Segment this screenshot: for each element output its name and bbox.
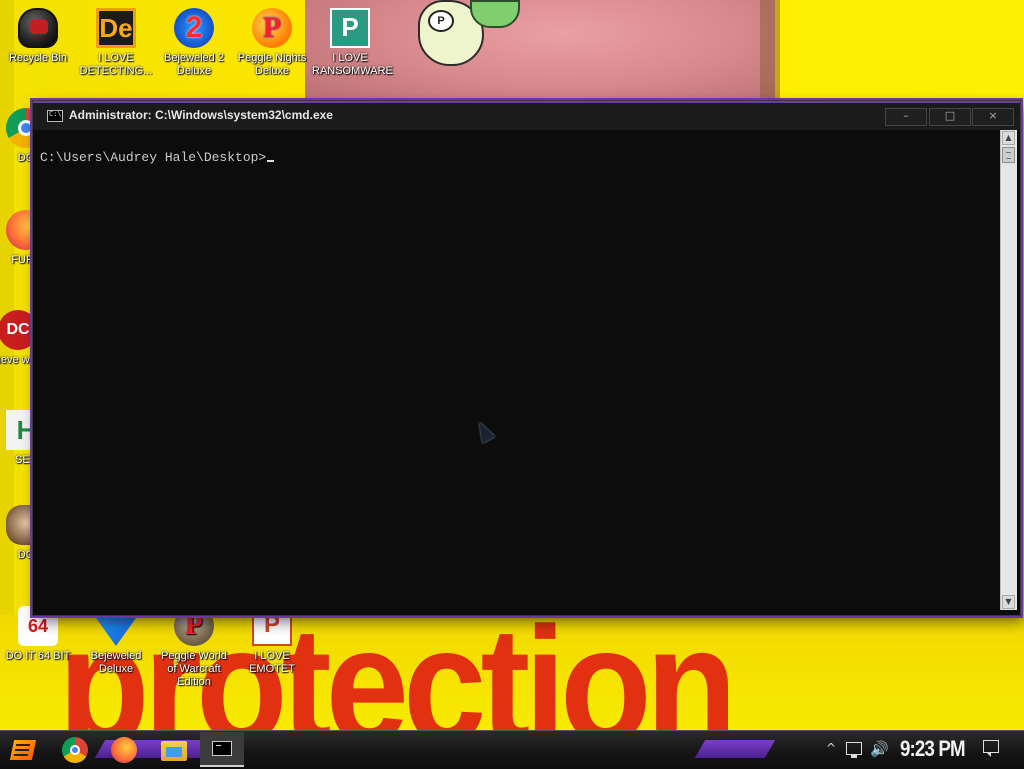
desktop-icon-recycle-bin[interactable]: Recycle Bin: [0, 8, 76, 65]
desktop-icon-label: Peggle World of Warcraft Edition: [161, 650, 227, 688]
taskbar-cmd-button[interactable]: [200, 732, 244, 767]
desktop-icon-label: I LOVE DETECTING...: [79, 52, 153, 77]
start-button[interactable]: [6, 736, 40, 764]
text-caret: [267, 160, 275, 162]
desktop-icon-label: Bejeweled 2 Deluxe: [164, 52, 224, 77]
cmd-icon: [212, 741, 232, 756]
taskbar-chrome-icon[interactable]: [62, 737, 88, 763]
taskbar-clock[interactable]: 9:23 PM: [900, 736, 966, 762]
wallpaper-bag-logo: P: [428, 10, 454, 32]
minimize-button[interactable]: –: [885, 108, 927, 126]
close-button[interactable]: ×: [972, 108, 1014, 126]
desktop-icon-label: DO IT 64 BIT: [5, 650, 71, 662]
console-area[interactable]: C:\Users\Audrey Hale\Desktop>: [33, 130, 1000, 615]
de-logo-icon: De: [96, 8, 136, 48]
vertical-scrollbar[interactable]: ▲ ▼: [1000, 130, 1017, 610]
title-bar[interactable]: Administrator: C:\Windows\system32\cmd.e…: [33, 101, 1020, 130]
taskbar-firefox-icon[interactable]: [111, 737, 137, 763]
desktop-icon-label: I LOVE EMOTET: [249, 650, 295, 675]
desktop-icon-i-love-detecting[interactable]: De I LOVE DETECTING...: [78, 8, 154, 78]
recycle-bin-icon: [18, 8, 58, 48]
desktop-icon-label: Recycle Bin: [8, 52, 68, 64]
window-title: Administrator: C:\Windows\system32\cmd.e…: [69, 108, 333, 122]
scroll-thumb[interactable]: [1002, 147, 1015, 163]
desktop-icon-bejeweled-2[interactable]: 2 Bejeweled 2 Deluxe: [156, 8, 232, 78]
wallpaper-photo-edge: [760, 0, 780, 110]
bejeweled-2-icon: 2: [174, 8, 214, 48]
notifications-icon[interactable]: [983, 740, 999, 757]
maximize-button[interactable]: □: [929, 108, 971, 126]
start-logo-icon: [9, 740, 37, 760]
desktop-icon-i-love-emotet[interactable]: P I LOVE EMOTET: [234, 606, 310, 676]
scroll-down-arrow-icon[interactable]: ▼: [1002, 595, 1015, 609]
desktop-icon-label: I LOVE RANSOMWARE: [312, 52, 393, 77]
scroll-up-arrow-icon[interactable]: ▲: [1002, 131, 1015, 145]
desktop-icon-bejeweled-deluxe[interactable]: Bejeweled Deluxe: [78, 606, 154, 676]
peggle-icon: P: [252, 8, 292, 48]
network-icon[interactable]: [846, 742, 862, 758]
publisher-icon: P: [330, 8, 370, 48]
cmd-icon: [47, 110, 63, 122]
cmd-window[interactable]: Administrator: C:\Windows\system32\cmd.e…: [33, 101, 1020, 615]
command-line[interactable]: C:\Users\Audrey Hale\Desktop>: [40, 148, 275, 166]
desktop-icon-peggle-nights[interactable]: P Peggle Nights Deluxe: [234, 8, 310, 78]
desktop-icon-peggle-wow[interactable]: P Peggle World of Warcraft Edition: [156, 606, 232, 689]
volume-icon[interactable]: 🔊: [870, 740, 889, 758]
desktop-icon-i-love-ransomware[interactable]: P I LOVE RANSOMWARE: [312, 8, 393, 78]
prompt-text: C:\Users\Audrey Hale\Desktop>: [40, 150, 267, 165]
taskbar-decoration: [694, 740, 776, 758]
desktop-icon-label: Bejeweled Deluxe: [90, 650, 142, 675]
taskbar: ^ 🔊 9:23 PM: [0, 730, 1024, 769]
taskbar-file-explorer-icon[interactable]: [161, 741, 187, 761]
desktop-icon-label: Peggle Nights Deluxe: [237, 52, 307, 77]
tray-chevron-icon[interactable]: ^: [826, 741, 836, 755]
